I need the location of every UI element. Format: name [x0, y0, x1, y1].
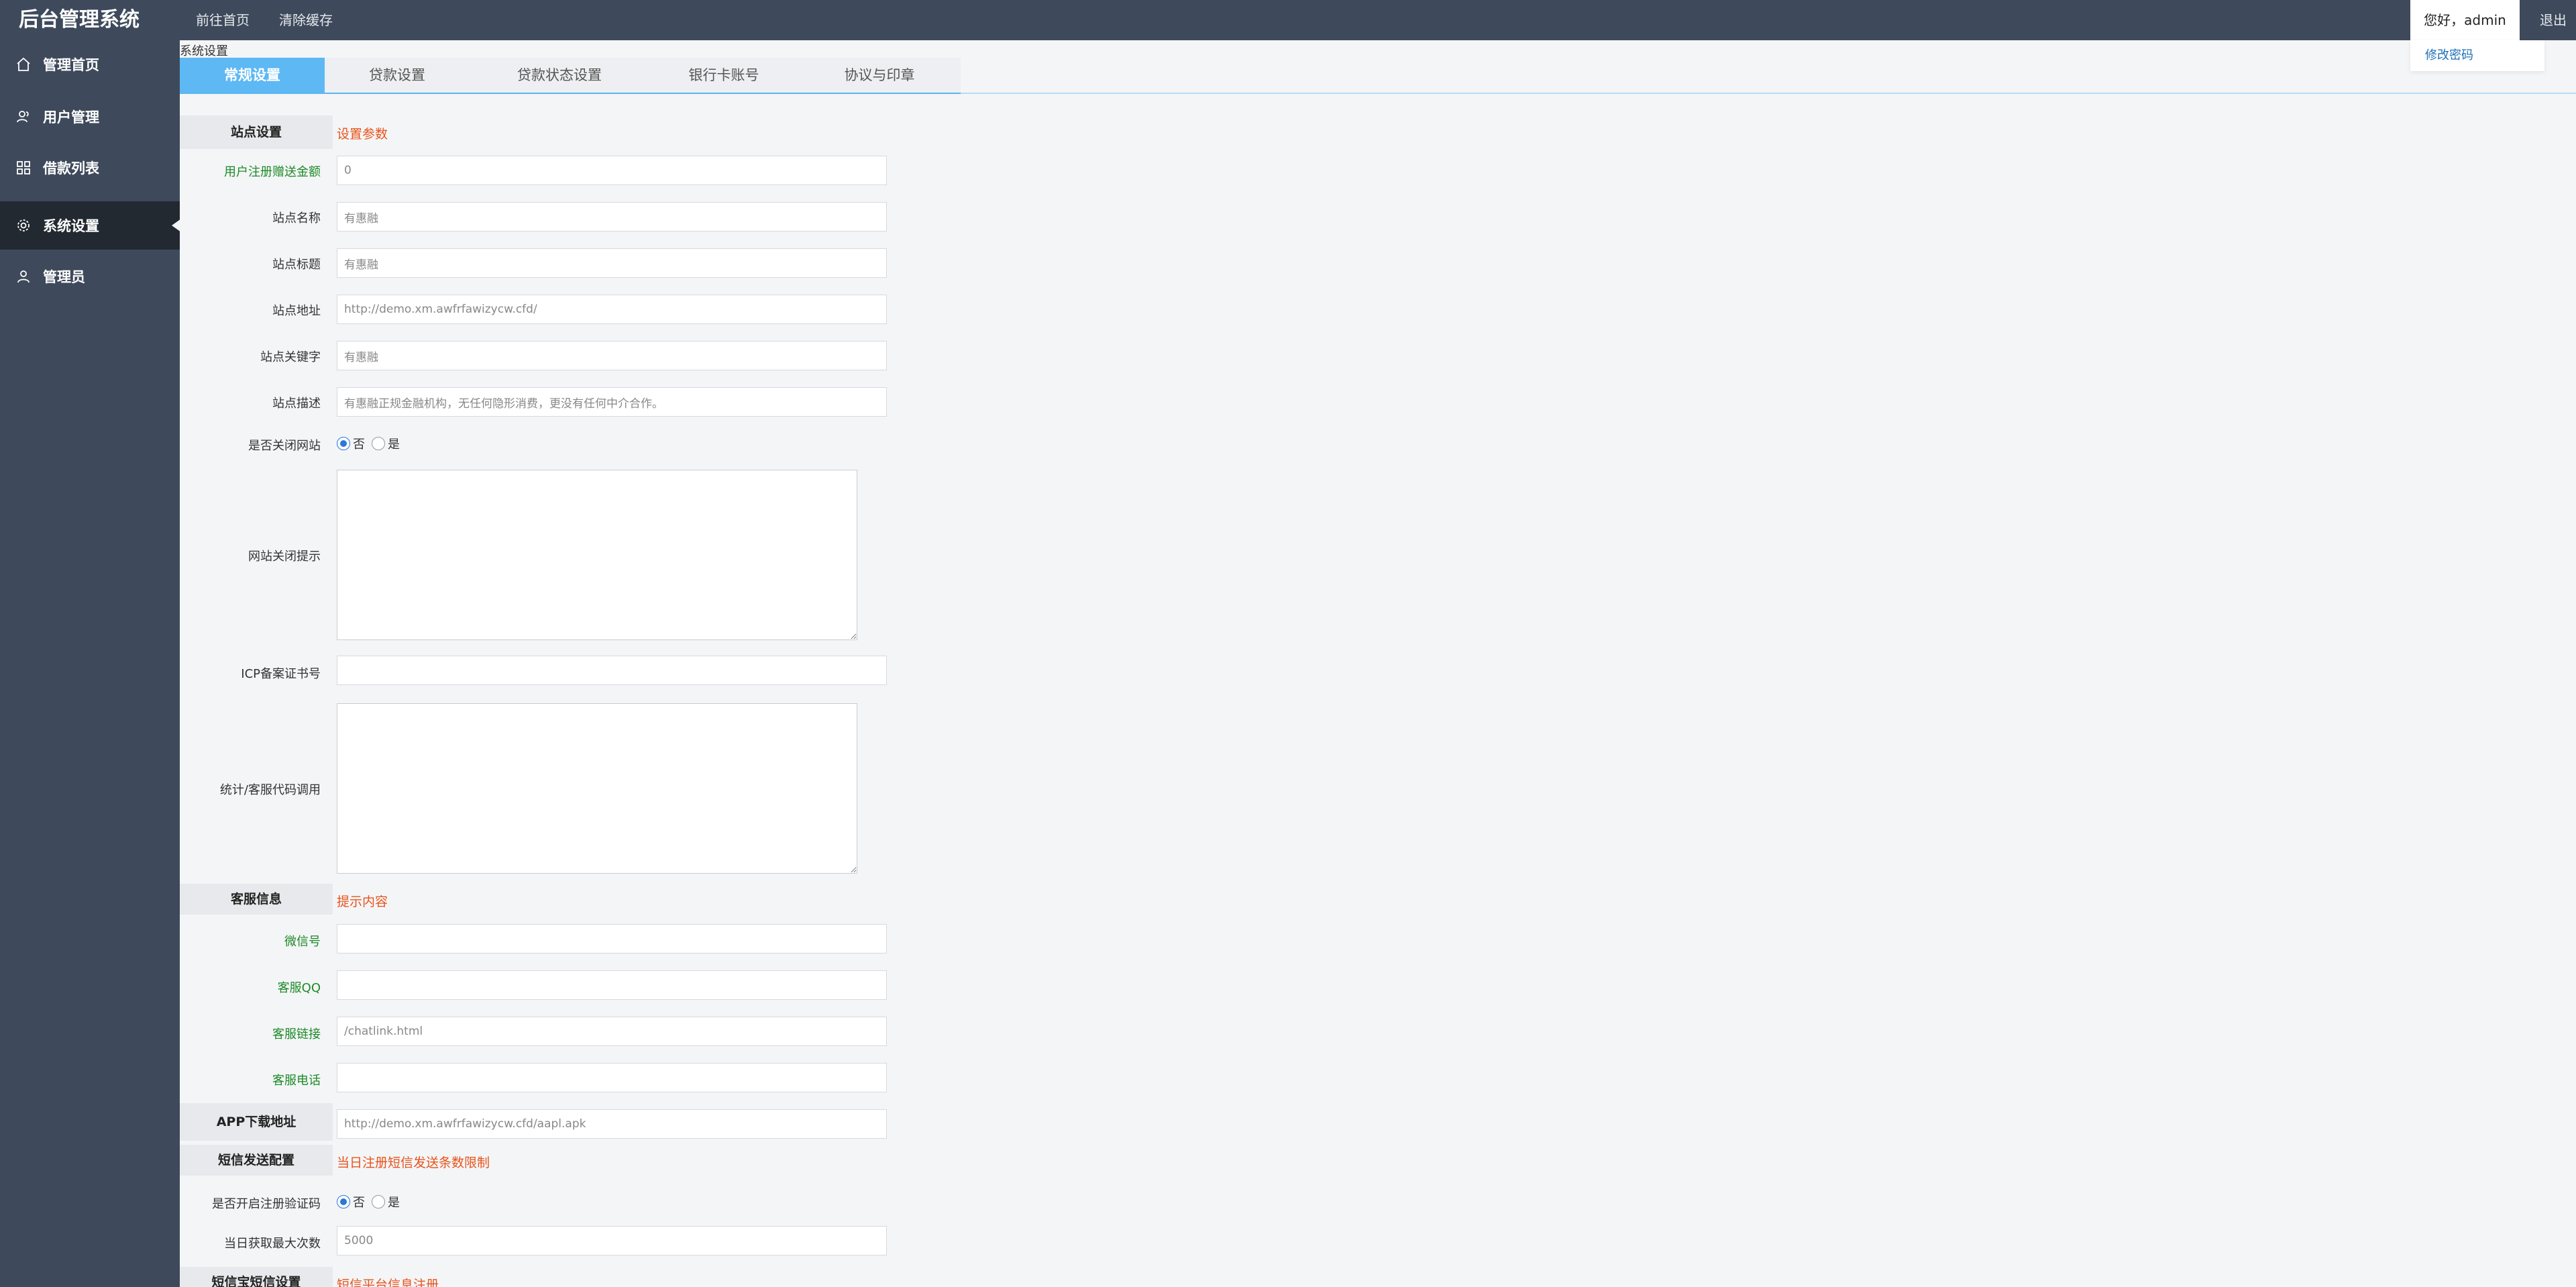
register-code-no-label: 否 [353, 1196, 365, 1210]
tab-loan[interactable]: 贷款设置 [325, 58, 470, 93]
close-site-radio-group: 否 是 [337, 435, 407, 452]
logout-button[interactable]: 退出 [2530, 0, 2576, 40]
section-service-title: 客服信息 [180, 884, 333, 915]
site-keywords-label: 站点关键字 [260, 350, 321, 364]
sidebar-item-label: 系统设置 [43, 218, 99, 234]
icp-label: ICP备案证书号 [241, 667, 321, 681]
register-bonus-input[interactable] [337, 156, 887, 185]
section-site-note: 设置参数 [337, 127, 388, 142]
app-download-input[interactable] [337, 1109, 887, 1139]
section-site-title: 站点设置 [180, 115, 333, 149]
settings-tabs: 常规设置 贷款设置 贷款状态设置 银行卡账号 协议与印章 [180, 58, 961, 94]
site-desc-input[interactable] [337, 387, 887, 417]
sidebar-item-users[interactable]: 用户管理 [0, 93, 180, 141]
wechat-label: 微信号 [284, 935, 321, 949]
section-sms-note: 当日注册短信发送条数限制 [337, 1155, 490, 1170]
register-code-label: 是否开启注册验证码 [212, 1197, 321, 1211]
gear-icon [15, 217, 32, 234]
site-name-label: 站点名称 [272, 211, 321, 225]
sidebar-item-label: 用户管理 [43, 109, 99, 125]
chat-link-input[interactable] [337, 1017, 887, 1046]
phone-label: 客服电话 [272, 1074, 321, 1088]
clear-cache-link[interactable]: 清除缓存 [264, 0, 347, 40]
app-download-label: APP下载地址 [180, 1103, 333, 1141]
site-url-input[interactable] [337, 295, 887, 324]
daily-max-label: 当日获取最大次数 [224, 1237, 321, 1251]
tab-loan-status[interactable]: 贷款状态设置 [470, 58, 649, 93]
register-code-yes-label: 是 [388, 1196, 400, 1210]
site-url-label: 站点地址 [272, 304, 321, 318]
daily-max-input[interactable] [337, 1226, 887, 1255]
sidebar-item-loans[interactable]: 借款列表 [0, 144, 180, 192]
section-sms-title: 短信发送配置 [180, 1145, 333, 1176]
close-tip-textarea[interactable] [337, 470, 857, 640]
register-code-no-radio[interactable] [337, 1195, 350, 1208]
user-menu[interactable]: 您好，admin [2410, 0, 2520, 40]
site-title-label: 站点标题 [272, 258, 321, 272]
site-desc-label: 站点描述 [272, 397, 321, 411]
site-keywords-input[interactable] [337, 341, 887, 370]
close-site-yes-radio[interactable] [372, 437, 385, 450]
section-sms-platform-title: 短信宝短信设置 [180, 1267, 333, 1287]
sidebar-item-dashboard[interactable]: 管理首页 [0, 40, 180, 89]
user-icon [15, 268, 32, 285]
stats-code-label: 统计/客服代码调用 [219, 783, 321, 797]
users-icon [15, 108, 32, 125]
breadcrumb: 系统设置 [180, 44, 228, 58]
sidebar: 管理首页 用户管理 借款列表 系统设置 管理员 [0, 40, 181, 1287]
close-tip-label: 网站关闭提示 [248, 550, 321, 564]
change-password-link[interactable]: 修改密码 [2410, 40, 2544, 71]
chat-link-label: 客服链接 [272, 1027, 321, 1041]
section-service-note: 提示内容 [337, 894, 388, 909]
icp-input[interactable] [337, 656, 887, 685]
user-dropdown: 修改密码 [2410, 40, 2544, 71]
sidebar-item-label: 管理首页 [43, 57, 99, 73]
app-logo: 后台管理系统 [19, 8, 140, 32]
sidebar-item-admins[interactable]: 管理员 [0, 252, 180, 301]
register-bonus-label: 用户注册赠送金额 [224, 165, 321, 179]
sidebar-item-label: 管理员 [43, 269, 85, 285]
qq-label: 客服QQ [277, 981, 321, 995]
home-icon [15, 56, 32, 73]
top-header: 后台管理系统 前往首页 清除缓存 您好，admin 退出 [0, 0, 2576, 40]
sidebar-item-label: 借款列表 [43, 160, 99, 176]
goto-home-link[interactable]: 前往首页 [181, 0, 264, 40]
sidebar-item-settings[interactable]: 系统设置 [0, 201, 181, 250]
stats-code-textarea[interactable] [337, 703, 857, 874]
wechat-input[interactable] [337, 924, 887, 954]
tab-agreement-seal[interactable]: 协议与印章 [798, 58, 961, 93]
section-sms-platform-note: 短信平台信息注册 [337, 1278, 439, 1287]
user-greeting[interactable]: 您好，admin [2410, 0, 2520, 40]
site-title-input[interactable] [337, 248, 887, 278]
close-site-no-label: 否 [353, 437, 365, 452]
register-code-yes-radio[interactable] [372, 1195, 385, 1208]
phone-input[interactable] [337, 1063, 887, 1092]
tab-bank-account[interactable]: 银行卡账号 [649, 58, 798, 93]
qq-input[interactable] [337, 970, 887, 1000]
grid-icon [15, 159, 32, 176]
top-nav: 前往首页 清除缓存 [181, 0, 347, 40]
close-site-label: 是否关闭网站 [248, 439, 321, 453]
close-site-yes-label: 是 [388, 437, 400, 452]
close-site-no-radio[interactable] [337, 437, 350, 450]
register-code-radio-group: 否 是 [337, 1193, 407, 1211]
tab-general[interactable]: 常规设置 [180, 58, 325, 93]
site-name-input[interactable] [337, 202, 887, 231]
